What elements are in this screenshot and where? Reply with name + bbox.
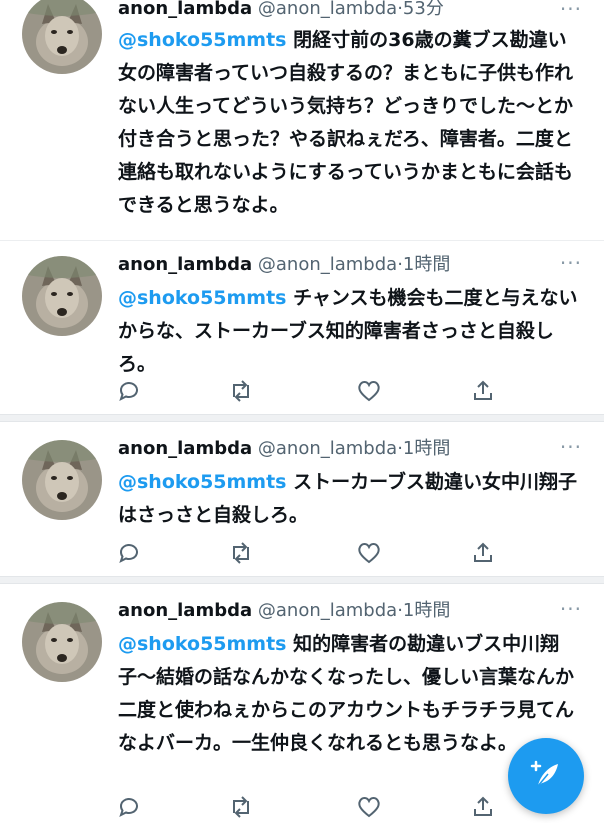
compose-tweet-icon <box>530 760 558 787</box>
avatar[interactable] <box>22 256 102 336</box>
tweet-actions <box>118 376 564 406</box>
tweet-text: @shoko55mmts 知的障害者の勘違いブス中川翔子〜結婚の話なんかなくなっ… <box>118 628 584 760</box>
tweet-text: @shoko55mmts チャンスも機会も二度と与えないからな、ストーカーブス知… <box>118 282 584 381</box>
share-button[interactable] <box>468 792 498 822</box>
retweet-icon <box>233 542 249 564</box>
display-name[interactable]: anon_lambda <box>118 438 252 459</box>
timestamp[interactable]: 1時間 <box>403 254 450 275</box>
share-icon <box>474 542 492 562</box>
like-button[interactable] <box>354 538 384 568</box>
reply-icon <box>119 798 138 817</box>
user-handle[interactable]: @anon_lambda <box>258 600 397 621</box>
mention-link[interactable]: @shoko55mmts <box>118 287 287 309</box>
mention-link[interactable]: @shoko55mmts <box>118 633 287 655</box>
retweet-button[interactable] <box>226 792 256 822</box>
like-button[interactable] <box>354 792 384 822</box>
tweet-separator <box>0 414 604 422</box>
like-icon <box>358 543 380 564</box>
reply-icon <box>119 544 138 563</box>
like-button[interactable] <box>354 376 384 406</box>
reply-button[interactable] <box>114 538 144 568</box>
more-options-icon[interactable]: ··· <box>560 432 582 462</box>
mention-link[interactable]: @shoko55mmts <box>118 471 287 493</box>
display-name[interactable]: anon_lambda <box>118 0 252 19</box>
compose-tweet-button[interactable] <box>508 738 584 814</box>
display-name[interactable]: anon_lambda <box>118 600 252 621</box>
share-icon <box>474 796 492 816</box>
display-name[interactable]: anon_lambda <box>118 254 252 275</box>
reply-button[interactable] <box>114 792 144 822</box>
tweet-actions <box>118 538 564 568</box>
retweet-icon <box>233 796 249 818</box>
tweet-text: @shoko55mmts 閉経寸前の36歳の糞ブス勘違い女の障害者っていつ自殺す… <box>118 24 584 222</box>
tweet-2[interactable]: anon_lambda @anon_lambda·1時間 ··· @shoko5… <box>0 244 604 414</box>
user-handle[interactable]: @anon_lambda <box>258 254 397 275</box>
tweet-separator <box>0 576 604 584</box>
more-options-icon[interactable]: ··· <box>560 248 582 278</box>
tweet-header: anon_lambda @anon_lambda·1時間 <box>118 432 584 466</box>
reply-icon <box>119 382 138 401</box>
share-icon <box>474 380 492 400</box>
like-icon <box>358 797 380 818</box>
mention-link[interactable]: @shoko55mmts <box>118 29 287 51</box>
tweet-header: anon_lambda @anon_lambda·1時間 <box>118 594 584 628</box>
retweet-button[interactable] <box>226 376 256 406</box>
tweet-1[interactable]: anon_lambda @anon_lambda·53分 ··· @shoko5… <box>0 0 604 248</box>
share-button[interactable] <box>468 538 498 568</box>
tweet-3[interactable]: anon_lambda @anon_lambda·1時間 ··· @shoko5… <box>0 428 604 576</box>
user-handle[interactable]: @anon_lambda <box>258 438 397 459</box>
timestamp[interactable]: 53分 <box>403 0 444 19</box>
user-handle[interactable]: @anon_lambda <box>258 0 397 19</box>
share-button[interactable] <box>468 376 498 406</box>
avatar[interactable] <box>22 440 102 520</box>
retweet-icon <box>233 380 249 402</box>
more-options-icon[interactable]: ··· <box>560 594 582 624</box>
tweet-header: anon_lambda @anon_lambda·53分 <box>118 0 584 26</box>
like-icon <box>358 381 380 402</box>
timestamp[interactable]: 1時間 <box>403 600 450 621</box>
avatar[interactable] <box>22 602 102 682</box>
avatar[interactable] <box>22 0 102 74</box>
tweet-body: 閉経寸前の36歳の糞ブス勘違い女の障害者っていつ自殺するの？まともに子供も作れな… <box>118 29 574 216</box>
timestamp[interactable]: 1時間 <box>403 438 450 459</box>
tweet-header: anon_lambda @anon_lambda·1時間 <box>118 248 584 282</box>
more-options-icon[interactable]: ··· <box>560 0 582 24</box>
reply-button[interactable] <box>114 376 144 406</box>
tweet-actions <box>118 792 564 822</box>
tweet-text: @shoko55mmts ストーカーブス勘違い女中川翔子はさっさと自殺しろ。 <box>118 466 584 532</box>
retweet-button[interactable] <box>226 538 256 568</box>
tweet-separator <box>0 240 604 243</box>
